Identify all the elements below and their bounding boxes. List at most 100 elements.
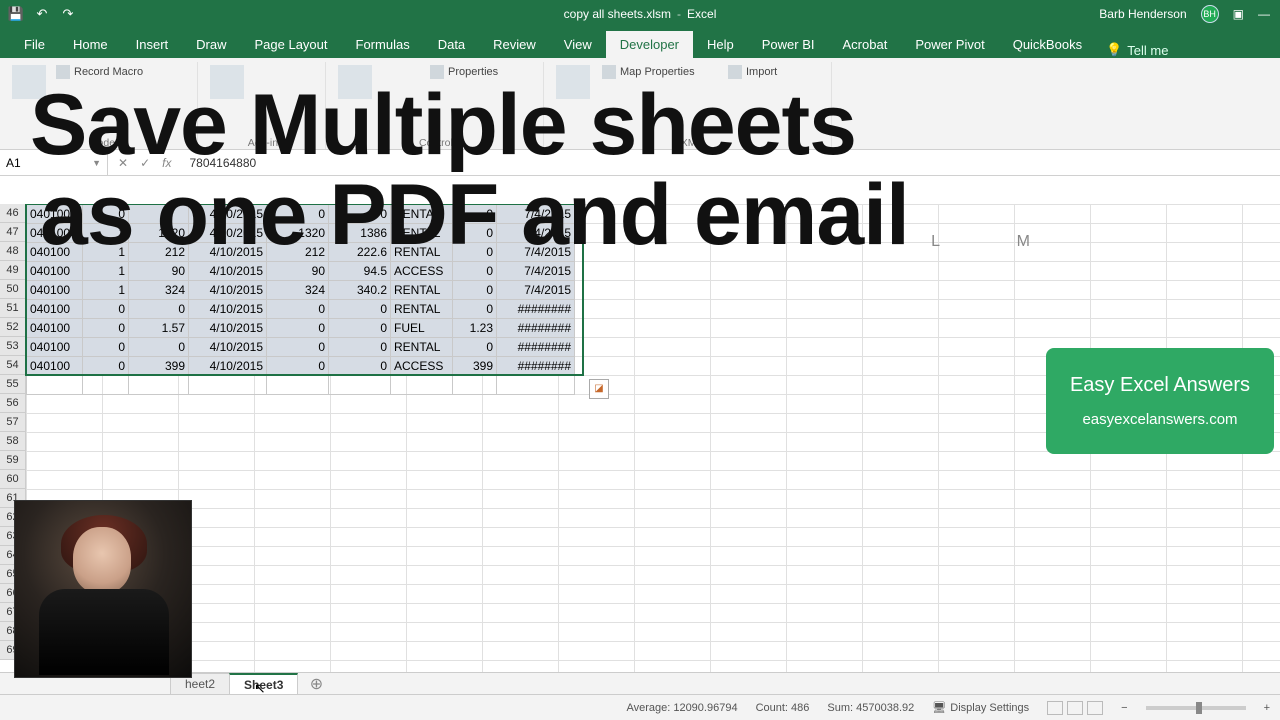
cell[interactable]: 0 [83,357,129,376]
cell[interactable]: 0 [83,205,129,224]
row-header[interactable]: 56 [0,394,26,413]
tab-power-bi[interactable]: Power BI [748,31,829,58]
tab-quickbooks[interactable]: QuickBooks [999,31,1096,58]
tab-help[interactable]: Help [693,31,748,58]
table-row[interactable]: 040100113204/10/201513201386RENTAL07/4/2… [27,224,575,243]
cell[interactable]: 90 [267,262,329,281]
cell[interactable]: 0 [267,205,329,224]
cell[interactable]: 212 [129,243,189,262]
row-header[interactable]: 47 [0,223,26,242]
cell[interactable]: 040100 [27,224,83,243]
row-header[interactable]: 49 [0,261,26,280]
table-row[interactable]: 04010012124/10/2015212222.6RENTAL07/4/20… [27,243,575,262]
row-header[interactable]: 52 [0,318,26,337]
cell[interactable]: 040100 [27,205,83,224]
row-header[interactable]: 53 [0,337,26,356]
cell[interactable]: 040100 [27,300,83,319]
table-row[interactable] [27,376,575,395]
table-row[interactable]: 0401001904/10/20159094.5ACCESS07/4/2015 [27,262,575,281]
cell[interactable]: 4/10/2015 [189,262,267,281]
cell[interactable]: 399 [129,357,189,376]
cell[interactable]: 212 [267,243,329,262]
cell[interactable]: 222.6 [329,243,391,262]
cell[interactable]: 1 [83,281,129,300]
cell[interactable]: 040100 [27,338,83,357]
cell[interactable]: 0 [267,319,329,338]
cell[interactable]: FUEL [391,319,453,338]
table-row[interactable]: 04010001.574/10/201500FUEL1.23######## [27,319,575,338]
cell[interactable]: 0 [329,319,391,338]
map-properties-icon[interactable] [602,65,616,79]
insert-control-icon[interactable] [338,65,372,99]
row-header[interactable]: 59 [0,451,26,470]
cell[interactable]: ACCESS [391,262,453,281]
ribbon-options-icon[interactable]: ▣ [1233,7,1244,21]
import-button[interactable]: Import [746,66,777,78]
cell[interactable]: 94.5 [329,262,391,281]
name-box[interactable]: A1▼ [0,150,108,175]
cell[interactable]: 340.2 [329,281,391,300]
cell[interactable]: 0 [453,300,497,319]
row-header[interactable]: 58 [0,432,26,451]
fx-icon[interactable]: fx [162,156,171,170]
cell[interactable]: 4/10/2015 [189,243,267,262]
cell[interactable]: 0 [453,281,497,300]
table-row[interactable]: 04010003994/10/201500ACCESS399######## [27,357,575,376]
properties-button[interactable]: Properties [448,66,498,78]
tab-file[interactable]: File [10,31,59,58]
cell[interactable]: 1.23 [453,319,497,338]
zoom-in-button[interactable]: + [1264,702,1270,714]
cell[interactable]: 1.57 [129,319,189,338]
cell[interactable]: 0 [83,338,129,357]
cell[interactable]: 040100 [27,262,83,281]
record-macro-button[interactable]: Record Macro [74,66,143,78]
cell[interactable]: RENTAL [391,338,453,357]
display-settings-button[interactable]: Display Settings [950,702,1029,714]
cell[interactable]: 0 [129,300,189,319]
user-avatar[interactable]: BH [1201,5,1219,23]
cell[interactable]: 0 [453,224,497,243]
tab-formulas[interactable]: Formulas [342,31,424,58]
cell[interactable]: 0 [83,319,129,338]
visual-basic-icon[interactable] [12,65,46,99]
cell[interactable]: 040100 [27,281,83,300]
tab-insert[interactable]: Insert [122,31,183,58]
row-header[interactable]: 60 [0,470,26,489]
cell[interactable]: 0 [453,243,497,262]
cell[interactable] [189,376,267,395]
cell[interactable]: 4/10/2015 [189,338,267,357]
undo-icon[interactable]: ↶ [34,6,50,22]
zoom-slider[interactable] [1146,706,1246,710]
zoom-out-button[interactable]: − [1121,702,1127,714]
cell[interactable]: 040100 [27,357,83,376]
row-header[interactable]: 55 [0,375,26,394]
cell[interactable]: 0 [267,357,329,376]
cell[interactable]: 0 [329,338,391,357]
cell[interactable]: RENTAL [391,205,453,224]
cell[interactable]: 7/4/2015 [497,262,575,281]
cell[interactable]: 4/10/2015 [189,205,267,224]
add-sheet-button[interactable]: ⊕ [305,674,327,694]
tab-home[interactable]: Home [59,31,122,58]
cell[interactable]: 0 [129,338,189,357]
cell[interactable]: 040100 [27,319,83,338]
record-macro-icon[interactable] [56,65,70,79]
tab-review[interactable]: Review [479,31,550,58]
table-row[interactable]: 04010013244/10/2015324340.2RENTAL07/4/20… [27,281,575,300]
cell[interactable]: 1320 [129,224,189,243]
cell[interactable]: 4/10/2015 [189,300,267,319]
cell[interactable]: ACCESS [391,357,453,376]
cell[interactable] [129,376,189,395]
cell[interactable]: 1386 [329,224,391,243]
tab-developer[interactable]: Developer [606,31,693,58]
table-row[interactable]: 04010004/10/201500RENTAL07/4/2015 [27,205,575,224]
save-icon[interactable]: 💾 [8,6,24,22]
cell[interactable]: 0 [267,338,329,357]
cell[interactable]: 4/10/2015 [189,224,267,243]
cell[interactable]: 1 [83,262,129,281]
tab-view[interactable]: View [550,31,606,58]
column-header[interactable]: M [1017,233,1030,251]
cell[interactable]: RENTAL [391,300,453,319]
row-header[interactable]: 57 [0,413,26,432]
tab-acrobat[interactable]: Acrobat [829,31,902,58]
